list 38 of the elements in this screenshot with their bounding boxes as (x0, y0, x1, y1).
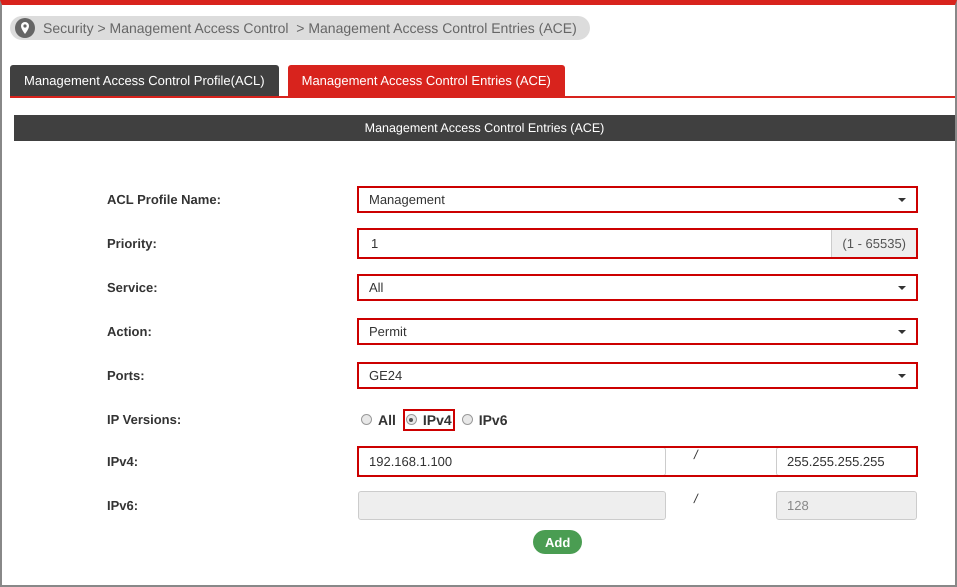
field-value: 1 (371, 236, 378, 251)
address-field[interactable]: 192.168.1.100 (358, 447, 666, 476)
radio-label[interactable]: All (378, 412, 396, 428)
radio-button[interactable] (462, 414, 473, 425)
panel-title: Management Access Control Entries (ACE) (364, 121, 604, 135)
dropdown-value: All (369, 280, 384, 295)
field-label: IPv4: (107, 454, 140, 469)
dropdown[interactable]: GE24 (358, 363, 917, 388)
field-label: Ports: (107, 368, 146, 383)
dropdown[interactable]: All (358, 275, 917, 300)
caret-icon (898, 330, 906, 334)
tab[interactable]: Management Access Control Entries (ACE) (288, 65, 565, 96)
location-pin-icon (15, 18, 35, 38)
dropdown-value: Permit (369, 324, 407, 339)
caret-icon (898, 198, 906, 202)
radio-button[interactable] (406, 414, 417, 425)
priority-field[interactable]: 1 (1 - 65535) (358, 229, 917, 258)
tab[interactable]: Management Access Control Profile(ACL) (10, 65, 279, 96)
dropdown[interactable]: Management (358, 187, 917, 212)
field-label: Action: (107, 324, 153, 339)
radio-label[interactable]: IPv6 (478, 412, 508, 428)
caret-icon (898, 374, 906, 378)
dropdown[interactable]: Permit (358, 319, 917, 344)
range-hint: (1 - 65535) (831, 230, 916, 257)
field-label: ACL Profile Name: (107, 192, 222, 207)
dropdown-value: GE24 (369, 368, 402, 383)
field-label: IP Versions: (107, 412, 182, 427)
field-label: IPv6: (107, 498, 140, 513)
field-label: Priority: (107, 236, 158, 251)
field-label: Service: (107, 280, 159, 295)
dropdown-value: Management (369, 192, 445, 207)
radio-button[interactable] (361, 414, 372, 425)
mask-field[interactable]: 255.255.255.255 (776, 447, 917, 476)
separator-text: / (694, 447, 698, 462)
caret-icon (898, 286, 906, 290)
breadcrumb-path: Security > Management Access Control > Management Access Control Entries (ACE) (43, 20, 577, 36)
radio-label[interactable]: IPv4 (422, 412, 452, 428)
separator-text: / (694, 491, 698, 506)
